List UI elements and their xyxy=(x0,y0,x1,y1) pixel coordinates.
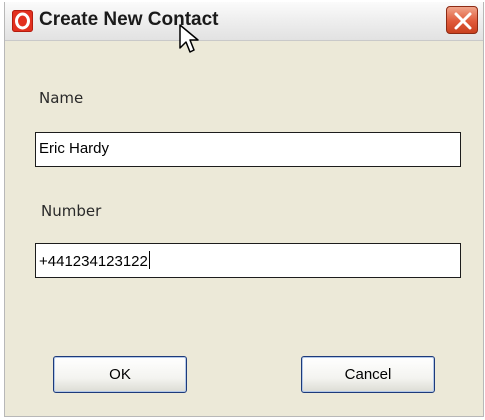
cancel-button[interactable]: Cancel xyxy=(301,356,435,393)
create-contact-dialog: Create New Contact Name Eric Hardy Numbe… xyxy=(4,2,484,417)
name-input-value: Eric Hardy xyxy=(39,140,110,157)
number-input[interactable]: +441234123122 xyxy=(35,243,461,278)
text-caret xyxy=(148,251,150,269)
number-label: Number xyxy=(41,202,102,220)
title-bar[interactable]: Create New Contact xyxy=(5,2,483,41)
name-label: Name xyxy=(39,89,84,107)
number-input-value: +441234123122 xyxy=(39,253,148,270)
ok-button[interactable]: OK xyxy=(53,356,187,393)
close-button[interactable] xyxy=(446,6,478,34)
opera-logo-icon xyxy=(12,10,33,32)
name-input[interactable]: Eric Hardy xyxy=(35,132,461,167)
close-icon xyxy=(454,12,472,30)
mouse-cursor-icon xyxy=(179,24,199,53)
